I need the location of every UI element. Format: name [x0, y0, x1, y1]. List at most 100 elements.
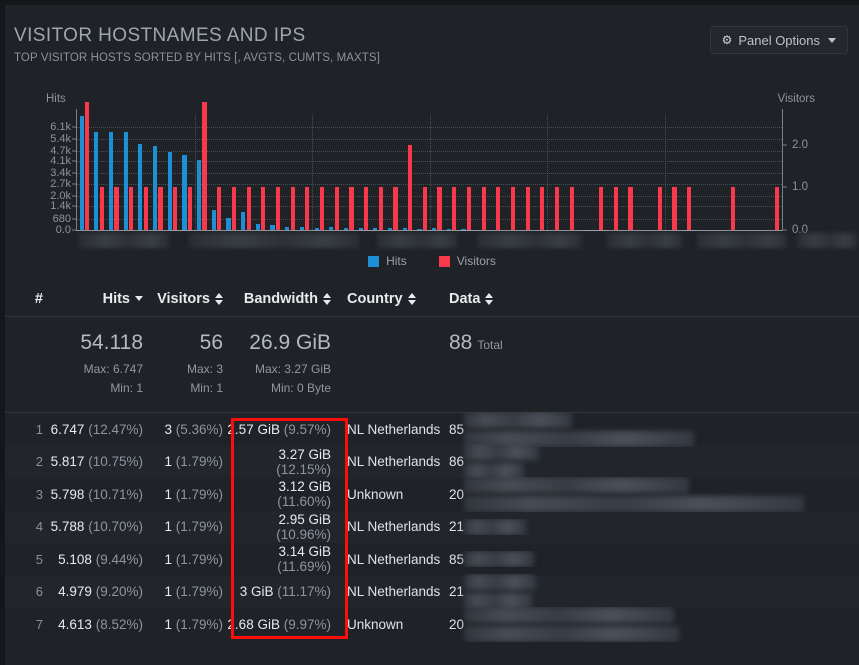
cell-hits: 5.817 (10.75%) — [47, 454, 143, 469]
cell-bandwidth: 2.68 GiB (9.97%) — [227, 617, 339, 632]
chart-gridline-vertical — [665, 115, 666, 230]
chart-plot-area: 0.06801.4k2.0k2.7k3.4k4.1k4.7k5.4k6.1k 0… — [77, 115, 782, 230]
cell-data-prefix: 21 — [449, 519, 464, 534]
cell-data: 86 — [441, 444, 859, 479]
table-row[interactable]: 74.613 (8.52%)1 (1.79%)2.68 GiB (9.97%)U… — [5, 608, 859, 641]
cell-data-redacted — [464, 519, 526, 535]
summary-visitors-max: Max: 3 — [187, 362, 223, 376]
redaction-block — [464, 574, 536, 590]
summary-hits-total: 54.118 — [80, 331, 143, 355]
chart-bar-hits — [138, 144, 142, 230]
cell-data: 20 — [441, 477, 859, 512]
chart-bar-visitors — [173, 187, 177, 230]
chart-bar-hits — [80, 116, 84, 230]
column-header-hits-label: Hits — [103, 291, 130, 307]
chart-legend: Hits Visitors — [5, 254, 859, 268]
summary-visitors: 56 Max: 3 Min: 1 — [143, 331, 227, 395]
chart-ytick-mark-right — [782, 187, 787, 188]
row-index: 4 — [5, 519, 47, 534]
table-row[interactable]: 25.817 (10.75%)1 (1.79%)3.27 GiB (12.15%… — [5, 446, 859, 479]
chart-ytick-left: 680 — [53, 213, 71, 225]
chart-bar-visitors — [658, 187, 662, 230]
column-header-num[interactable]: # — [5, 291, 47, 307]
chart-bar-hits — [344, 228, 348, 230]
cell-visitors: 1 (1.79%) — [143, 552, 227, 567]
legend-item-hits[interactable]: Hits — [368, 254, 407, 268]
chart-bar-hits — [109, 132, 113, 230]
cell-bandwidth: 3 GiB (11.17%) — [227, 584, 339, 599]
chart-xtick-label-redacted — [607, 233, 682, 248]
cell-data-redacted — [464, 551, 534, 567]
cell-visitors: 1 (1.79%) — [143, 487, 227, 502]
chart-bar-visitors — [482, 187, 486, 230]
chart-bar-hits — [256, 224, 260, 230]
chart-ytick-left: 6.1k — [50, 121, 71, 133]
chart-bar-hits — [388, 228, 392, 230]
column-header-data-label: Data — [449, 291, 480, 307]
panel-options-button[interactable]: ⚙ Panel Options — [710, 26, 848, 54]
chart-bar-visitors — [276, 187, 280, 230]
cell-data: 21 — [441, 574, 859, 609]
table-row[interactable]: 55.108 (9.44%)1 (1.79%)3.14 GiB (11.69%)… — [5, 543, 859, 576]
chart-ytick-mark-right — [782, 230, 787, 231]
page-title: Visitor Hostnames and IPs — [14, 25, 306, 47]
chart-bar-visitors — [247, 187, 251, 230]
chart-bar-hits — [373, 228, 377, 230]
summary-hits-min: Min: 1 — [110, 381, 143, 395]
row-index: 7 — [5, 617, 47, 632]
legend-label-visitors: Visitors — [457, 254, 496, 268]
cell-hits: 4.979 (9.20%) — [47, 584, 143, 599]
table-row[interactable]: 35.798 (10.71%)1 (1.79%)3.12 GiB (11.60%… — [5, 478, 859, 511]
table-summary-row: 54.118 Max: 6.747 Min: 1 56 Max: 3 Min: … — [5, 317, 859, 413]
chart-ytick-mark-left — [72, 172, 77, 173]
chart-bar-visitors — [158, 187, 162, 230]
chart-bar-visitors — [335, 187, 339, 230]
summary-data-total-number: 88 — [449, 331, 472, 355]
cell-country: NL Netherlands — [339, 454, 441, 469]
chart-xtick-label-redacted — [189, 233, 359, 248]
chart-ytick-left: 2.7k — [50, 178, 71, 190]
column-header-bandwidth[interactable]: Bandwidth — [227, 291, 339, 307]
column-header-visitors[interactable]: Visitors — [143, 291, 227, 307]
chart-ytick-left: 3.4k — [50, 167, 71, 179]
chart-xtick-label-redacted — [477, 233, 582, 248]
cell-data-redacted — [464, 477, 804, 512]
chart-bar-visitors — [467, 187, 471, 230]
cell-data-prefix: 85 — [449, 422, 464, 437]
chart-bar-hits — [226, 218, 230, 230]
legend-item-visitors[interactable]: Visitors — [439, 254, 496, 268]
table-row[interactable]: 45.788 (10.70%)1 (1.79%)2.95 GiB (10.96%… — [5, 511, 859, 544]
legend-swatch-visitors — [439, 256, 450, 267]
table-row[interactable]: 16.747 (12.47%)3 (5.36%)2.57 GiB (9.57%)… — [5, 413, 859, 446]
chart-ytick-left: 4.7k — [50, 145, 71, 157]
chart-ytick-mark-left — [72, 160, 77, 161]
chart-left-axis-label: Hits — [46, 93, 66, 105]
panel-subtitle: Top visitor hosts sorted by hits [, avgt… — [14, 52, 380, 64]
column-header-bandwidth-label: Bandwidth — [244, 291, 318, 307]
chart-bar-hits — [241, 212, 245, 230]
cell-data-redacted — [464, 574, 536, 609]
chart-bar-hits — [124, 132, 128, 230]
cell-data: 85 — [441, 412, 859, 447]
cell-data-prefix: 20 — [449, 617, 464, 632]
chart-bar-hits — [270, 225, 274, 230]
column-header-country[interactable]: Country — [339, 291, 441, 307]
table-row[interactable]: 64.979 (9.20%)1 (1.79%)3 GiB (11.17%)NL … — [5, 576, 859, 609]
cell-visitors: 1 (1.79%) — [143, 584, 227, 599]
column-header-hits[interactable]: Hits — [47, 291, 143, 307]
chart-bar-visitors — [100, 187, 104, 230]
redaction-block — [464, 496, 804, 512]
chart-bar-hits — [315, 228, 319, 230]
chart-bar-hits — [329, 227, 333, 230]
cell-data-prefix: 21 — [449, 584, 464, 599]
chart-bar-visitors — [393, 187, 397, 230]
redaction-block — [464, 412, 572, 428]
legend-label-hits: Hits — [386, 254, 407, 268]
column-header-data[interactable]: Data — [441, 291, 859, 307]
cell-visitors: 1 (1.79%) — [143, 519, 227, 534]
chart-bar-visitors — [129, 187, 133, 230]
cell-visitors: 3 (5.36%) — [143, 422, 227, 437]
chart-x-axis-line — [76, 230, 783, 231]
chart-bar-visitors — [291, 187, 295, 230]
chart-ytick-mark-left — [72, 230, 77, 231]
